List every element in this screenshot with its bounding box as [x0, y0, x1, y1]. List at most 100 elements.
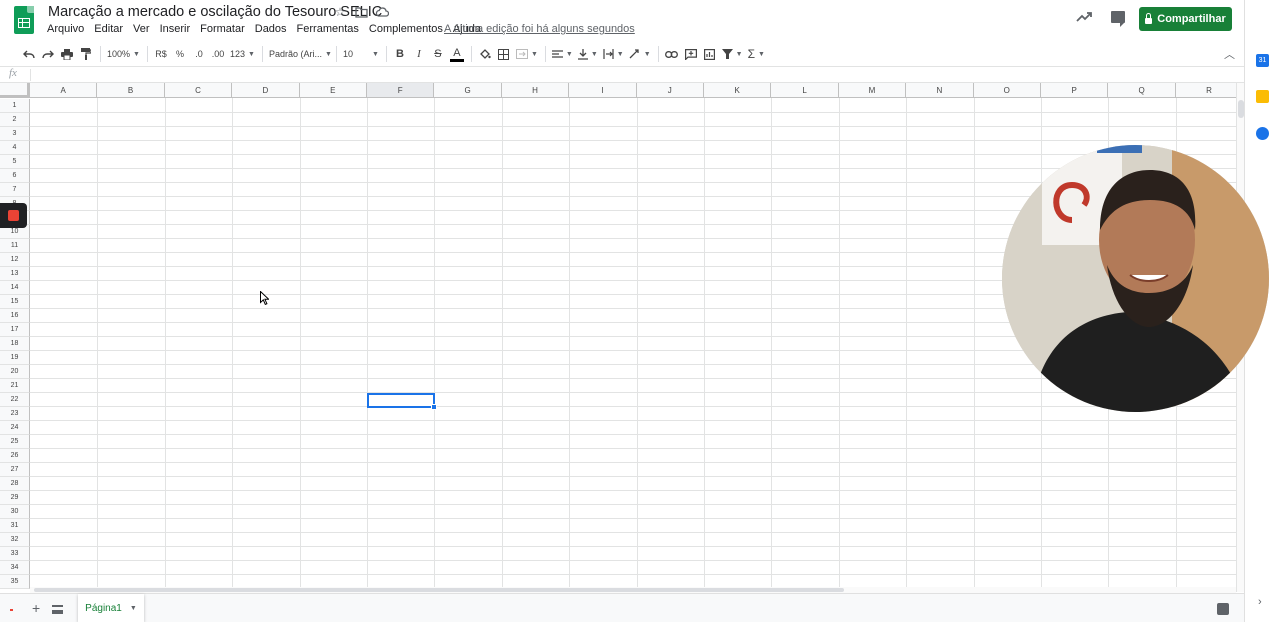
menu-ver[interactable]: Ver: [133, 23, 150, 35]
text-wrapping-icon[interactable]: ▼: [603, 45, 624, 63]
row-header-25[interactable]: 25: [0, 435, 30, 449]
select-all-corner[interactable]: [0, 83, 30, 98]
keep-icon[interactable]: [1256, 90, 1269, 103]
column-header-m[interactable]: M: [838, 83, 907, 98]
text-color-button[interactable]: A: [449, 47, 464, 62]
column-header-d[interactable]: D: [232, 83, 300, 98]
strikethrough-button[interactable]: S: [431, 45, 445, 63]
row-header-3[interactable]: 3: [0, 127, 30, 141]
column-header-j[interactable]: J: [636, 83, 704, 98]
tasks-icon[interactable]: [1256, 127, 1269, 140]
row-header-28[interactable]: 28: [0, 477, 30, 491]
sheets-logo-icon[interactable]: [14, 6, 34, 34]
undo-icon[interactable]: [22, 45, 36, 63]
row-header-20[interactable]: 20: [0, 365, 30, 379]
column-header-l[interactable]: L: [771, 83, 839, 98]
horizontal-scroll-thumb[interactable]: [34, 588, 844, 592]
format-currency-button[interactable]: R$: [154, 45, 168, 63]
increase-decimals-button[interactable]: .00: [211, 45, 225, 63]
column-header-f[interactable]: F: [367, 83, 435, 98]
row-header-12[interactable]: 12: [0, 253, 30, 267]
row-header-2[interactable]: 2: [0, 113, 30, 127]
column-header-k[interactable]: K: [704, 83, 772, 98]
text-rotation-icon[interactable]: ▼: [629, 45, 651, 63]
column-header-h[interactable]: H: [501, 83, 570, 98]
all-sheets-icon[interactable]: [52, 605, 63, 614]
row-header-23[interactable]: 23: [0, 407, 30, 421]
font-size-select[interactable]: 10 ▼: [343, 45, 379, 63]
row-header-31[interactable]: 31: [0, 519, 30, 533]
zoom-select[interactable]: 100% ▼: [107, 45, 140, 63]
cloud-status-icon[interactable]: [375, 5, 389, 19]
print-icon[interactable]: [60, 45, 74, 63]
row-header-7[interactable]: 7: [0, 183, 30, 197]
redo-icon[interactable]: [41, 45, 55, 63]
row-header-29[interactable]: 29: [0, 491, 30, 505]
row-header-18[interactable]: 18: [0, 337, 30, 351]
move-folder-icon[interactable]: [354, 5, 368, 19]
menu-complementos[interactable]: Complementos: [369, 23, 443, 35]
row-header-6[interactable]: 6: [0, 169, 30, 183]
row-header-26[interactable]: 26: [0, 449, 30, 463]
insert-link-icon[interactable]: [665, 45, 679, 63]
last-edit-link[interactable]: A última edição foi há alguns segundos: [444, 23, 635, 35]
recording-stop-button[interactable]: [0, 203, 27, 228]
column-header-n[interactable]: N: [906, 83, 974, 98]
italic-button[interactable]: I: [412, 45, 426, 63]
menu-dados[interactable]: Dados: [255, 23, 287, 35]
row-header-11[interactable]: 11: [0, 239, 30, 253]
row-header-21[interactable]: 21: [0, 379, 30, 393]
row-header-1[interactable]: 1: [0, 99, 30, 113]
menu-ferramentas[interactable]: Ferramentas: [297, 23, 359, 35]
row-header-35[interactable]: 35: [0, 575, 30, 589]
paint-format-icon[interactable]: [79, 45, 93, 63]
row-header-16[interactable]: 16: [0, 309, 30, 323]
format-percent-button[interactable]: %: [173, 45, 187, 63]
add-sheet-icon[interactable]: +: [32, 600, 40, 616]
insert-chart-icon[interactable]: [703, 45, 717, 63]
more-formats-select[interactable]: 123 ▼: [230, 45, 255, 63]
merge-cells-icon[interactable]: ▼: [515, 45, 538, 63]
column-header-c[interactable]: C: [164, 83, 233, 98]
column-header-q[interactable]: Q: [1108, 83, 1176, 98]
row-header-34[interactable]: 34: [0, 561, 30, 575]
row-header-32[interactable]: 32: [0, 533, 30, 547]
comments-icon[interactable]: [1111, 11, 1125, 27]
borders-icon[interactable]: [497, 45, 511, 63]
row-header-15[interactable]: 15: [0, 295, 30, 309]
row-header-27[interactable]: 27: [0, 463, 30, 477]
functions-button[interactable]: Σ ▼: [748, 45, 765, 63]
row-header-13[interactable]: 13: [0, 267, 30, 281]
fill-color-icon[interactable]: [478, 45, 492, 63]
row-header-19[interactable]: 19: [0, 351, 30, 365]
row-header-24[interactable]: 24: [0, 421, 30, 435]
filter-icon[interactable]: ▼: [721, 45, 743, 63]
row-header-14[interactable]: 14: [0, 281, 30, 295]
bold-button[interactable]: B: [393, 45, 407, 63]
share-button[interactable]: Compartilhar: [1139, 7, 1232, 31]
row-header-5[interactable]: 5: [0, 155, 30, 169]
calendar-icon[interactable]: 31: [1256, 54, 1269, 67]
horizontal-align-icon[interactable]: ▼: [551, 45, 573, 63]
font-family-select[interactable]: Padrão (Ari... ▼: [269, 45, 332, 63]
column-header-b[interactable]: B: [97, 83, 165, 98]
row-header-30[interactable]: 30: [0, 505, 30, 519]
row-header-33[interactable]: 33: [0, 547, 30, 561]
column-header-p[interactable]: P: [1041, 83, 1109, 98]
selected-cell[interactable]: [367, 393, 437, 410]
vertical-align-icon[interactable]: ▼: [577, 45, 598, 63]
column-header-i[interactable]: I: [569, 83, 637, 98]
menu-arquivo[interactable]: Arquivo: [47, 23, 84, 35]
sheet-tab-pagina1[interactable]: Página1 ▼: [78, 594, 144, 622]
menu-formatar[interactable]: Formatar: [200, 23, 245, 35]
star-icon[interactable]: ☆: [333, 5, 347, 19]
column-header-r[interactable]: R: [1175, 83, 1236, 98]
chevron-right-icon[interactable]: ›: [1258, 596, 1262, 608]
column-header-e[interactable]: E: [299, 83, 367, 98]
row-header-22[interactable]: 22: [0, 393, 30, 407]
explore-icon[interactable]: [1217, 603, 1229, 615]
activity-trend-icon[interactable]: [1076, 10, 1094, 28]
column-header-o[interactable]: O: [973, 83, 1041, 98]
menu-editar[interactable]: Editar: [94, 23, 123, 35]
row-header-4[interactable]: 4: [0, 141, 30, 155]
